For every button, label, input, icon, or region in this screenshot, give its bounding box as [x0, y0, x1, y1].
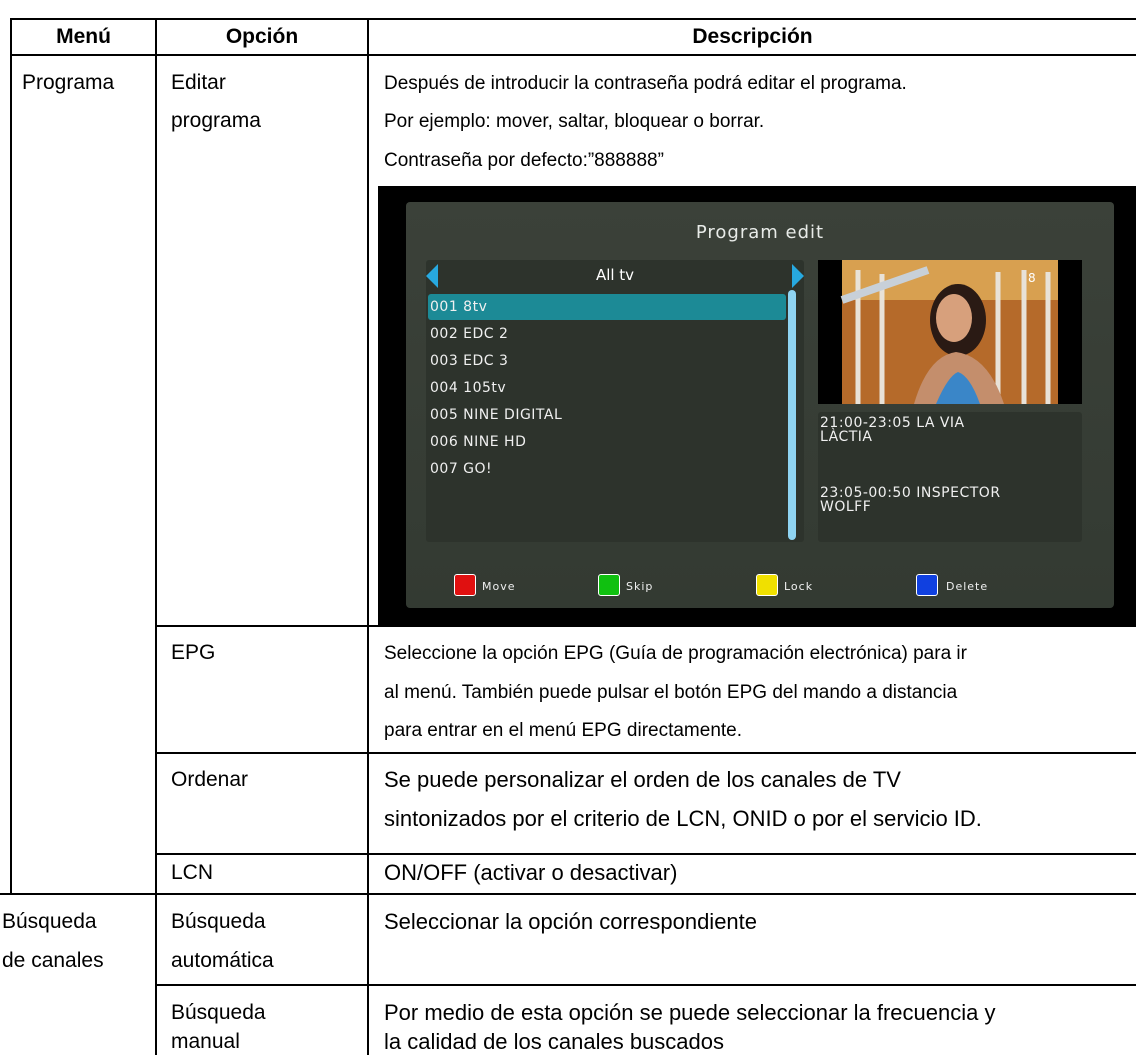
osd-panel: Program edit All tv 001 8tv 002 EDC 2 00…: [406, 202, 1114, 608]
option-ordenar: Ordenar: [171, 768, 249, 791]
menu-programa: Programa: [22, 71, 115, 94]
desc-editar-1: Después de introducir la contraseña podr…: [384, 73, 907, 94]
epg-entry-2-line1: 23:05-00:50 INSPECTOR: [820, 485, 1001, 501]
option-editar: Editar: [171, 71, 226, 94]
list-item: 005 NINE DIGITAL: [430, 407, 563, 423]
option-busqueda-manual: Búsqueda: [171, 1001, 266, 1024]
desc-busqueda-auto: Seleccionar la opción correspondiente: [384, 909, 758, 934]
option-editar-2: programa: [171, 109, 261, 132]
list-item: 007 GO!: [430, 461, 493, 477]
desc-busqueda-manual-2: la calidad de los canales buscados: [384, 1029, 725, 1054]
desc-ordenar-1: Se puede personalizar el orden de los ca…: [384, 767, 901, 792]
osd-title: Program edit: [695, 222, 825, 243]
table-border-top: [10, 18, 1136, 20]
list-item: 003 EDC 3: [430, 353, 509, 369]
epg-entry-2-line2: WOLFF: [820, 499, 872, 515]
desc-epg-1: Seleccione la opción EPG (Guía de progra…: [384, 643, 967, 664]
header-option: Opción: [225, 25, 299, 48]
header-menu: Menú: [56, 25, 111, 48]
desc-epg-2: al menú. También puede pulsar el botón E…: [384, 682, 958, 703]
channel-list: All tv 001 8tv 002 EDC 2 003 EDC 3 004 1…: [426, 260, 804, 542]
menu-busqueda: Búsqueda: [2, 910, 97, 933]
epg-entry-1-line1: 21:00-23:05 LA VIA: [820, 415, 965, 431]
lock-label: Lock: [784, 580, 814, 593]
video-preview: 8: [818, 260, 1082, 404]
desc-busqueda-manual-1: Por medio de esta opción se puede selecc…: [384, 1000, 996, 1025]
option-lcn: LCN: [171, 861, 214, 884]
preview-badge: 8: [1028, 271, 1036, 285]
header-description: Descripción: [692, 25, 813, 48]
row-divider: [155, 984, 1136, 986]
list-header: All tv: [595, 266, 635, 284]
row-divider: [0, 893, 1136, 895]
scrollbar: [788, 290, 796, 540]
list-item: 002 EDC 2: [430, 326, 509, 342]
move-label: Move: [482, 580, 516, 593]
epg-info: 21:00-23:05 LA VIA LÀCTIA 23:05-00:50 IN…: [818, 412, 1082, 542]
list-item: 001 8tv: [428, 294, 786, 320]
column-divider: [155, 18, 157, 1055]
desc-editar-3: Contraseña por defecto:”888888”: [384, 150, 664, 171]
list-item: 006 NINE HD: [430, 434, 527, 450]
table-header-divider: [10, 54, 1136, 56]
option-busqueda-manual-2: manual: [171, 1030, 240, 1053]
program-edit-screenshot: Program edit All tv 001 8tv 002 EDC 2 00…: [378, 186, 1136, 626]
menu-busqueda-2: de canales: [2, 949, 104, 972]
option-epg: EPG: [171, 641, 216, 664]
option-busqueda-auto-2: automática: [171, 949, 274, 972]
list-item: 004 105tv: [430, 380, 507, 396]
desc-epg-3: para entrar en el menú EPG directamente.: [384, 720, 743, 741]
preview-image: 8: [840, 260, 1058, 404]
red-button-icon: [454, 574, 476, 596]
delete-label: Delete: [946, 580, 989, 593]
table-border-left: [10, 18, 12, 895]
yellow-button-icon: [756, 574, 778, 596]
row-divider: [155, 752, 1136, 754]
desc-lcn: ON/OFF (activar o desactivar): [384, 860, 678, 885]
blue-button-icon: [916, 574, 938, 596]
row-divider: [155, 853, 1136, 855]
desc-ordenar-2: sintonizados por el criterio de LCN, ONI…: [384, 806, 982, 831]
green-button-icon: [598, 574, 620, 596]
skip-label: Skip: [626, 580, 654, 593]
column-divider: [367, 18, 369, 1055]
option-busqueda-auto: Búsqueda: [171, 910, 266, 933]
epg-entry-1-line2: LÀCTIA: [820, 429, 873, 445]
desc-editar-2: Por ejemplo: mover, saltar, bloquear o b…: [384, 111, 765, 132]
